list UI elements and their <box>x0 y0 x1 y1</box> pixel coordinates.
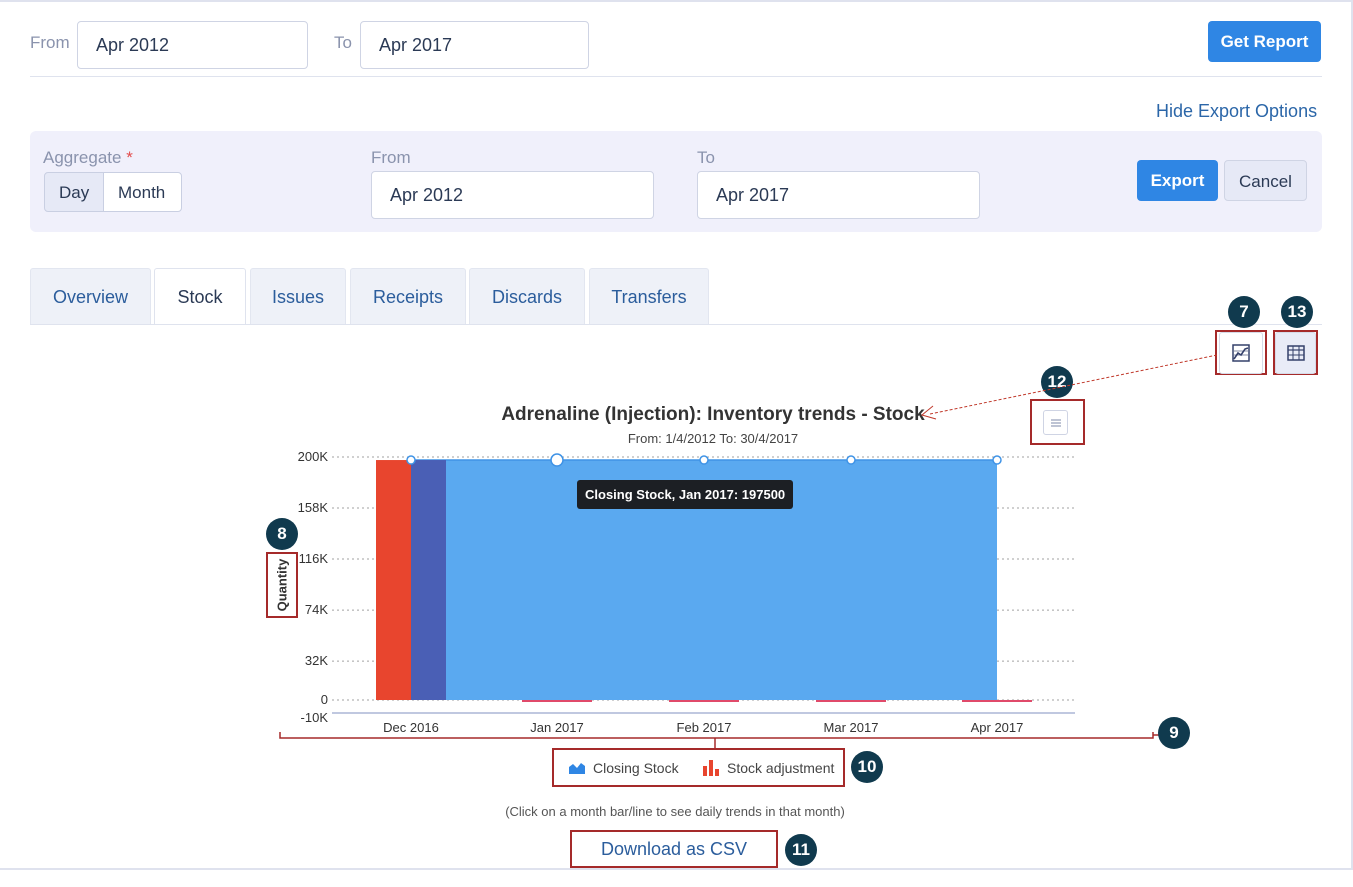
chart-tooltip: Closing Stock, Jan 2017: 197500 <box>577 480 794 509</box>
area-series-icon <box>569 763 585 774</box>
chart-hint: (Click on a month bar/line to see daily … <box>505 804 845 819</box>
legend-label-stock-adjustment: Stock adjustment <box>727 760 835 776</box>
closing-stock-point <box>992 455 1002 465</box>
x-tick-label: Mar 2017 <box>823 720 879 735</box>
y-tick-label: -10K <box>300 710 328 726</box>
annotation-badge-8: 8 <box>266 518 298 550</box>
chart-legend: Closing Stock Stock adjustment <box>552 748 845 787</box>
callout-box-8: Quantity <box>266 552 298 618</box>
closing-stock-point <box>550 453 564 467</box>
closing-stock-point <box>699 455 709 465</box>
annotation-badge-11: 11 <box>785 834 817 866</box>
annotation-badge-10: 10 <box>851 751 883 783</box>
stock-adjustment-bar <box>376 460 411 700</box>
y-tick-label: 0 <box>320 692 328 707</box>
x-tick-label: Dec 2016 <box>383 720 439 735</box>
legend-label-closing-stock: Closing Stock <box>593 760 679 776</box>
title-callout-arrow <box>929 354 1218 415</box>
stock-adjustment-bar <box>669 700 739 702</box>
y-axis-title: Quantity <box>274 558 290 612</box>
bar-series-icon <box>703 760 719 776</box>
legend-item-stock-adjustment[interactable]: Stock adjustment <box>703 760 834 776</box>
y-tick-label: 158K <box>297 500 328 516</box>
arrow-head <box>920 405 937 420</box>
dec-2016-extra-bar <box>411 460 446 700</box>
stock-adjustment-bar <box>522 700 592 702</box>
y-tick-label: 200K <box>297 449 328 464</box>
download-csv-link[interactable]: Download as CSV <box>570 830 778 868</box>
closing-stock-point <box>846 455 856 465</box>
legend-item-closing-stock[interactable]: Closing Stock <box>569 760 679 776</box>
y-tick-label: 32K <box>304 653 328 669</box>
x-tick-label: Feb 2017 <box>676 720 732 735</box>
x-tick-label: Jan 2017 <box>530 720 584 735</box>
closing-stock-point <box>406 455 416 465</box>
stock-adjustment-bar <box>962 700 1032 702</box>
stock-adjustment-bar <box>816 700 886 702</box>
annotation-badge-9: 9 <box>1158 717 1190 749</box>
x-tick-label: Apr 2017 <box>970 720 1024 735</box>
